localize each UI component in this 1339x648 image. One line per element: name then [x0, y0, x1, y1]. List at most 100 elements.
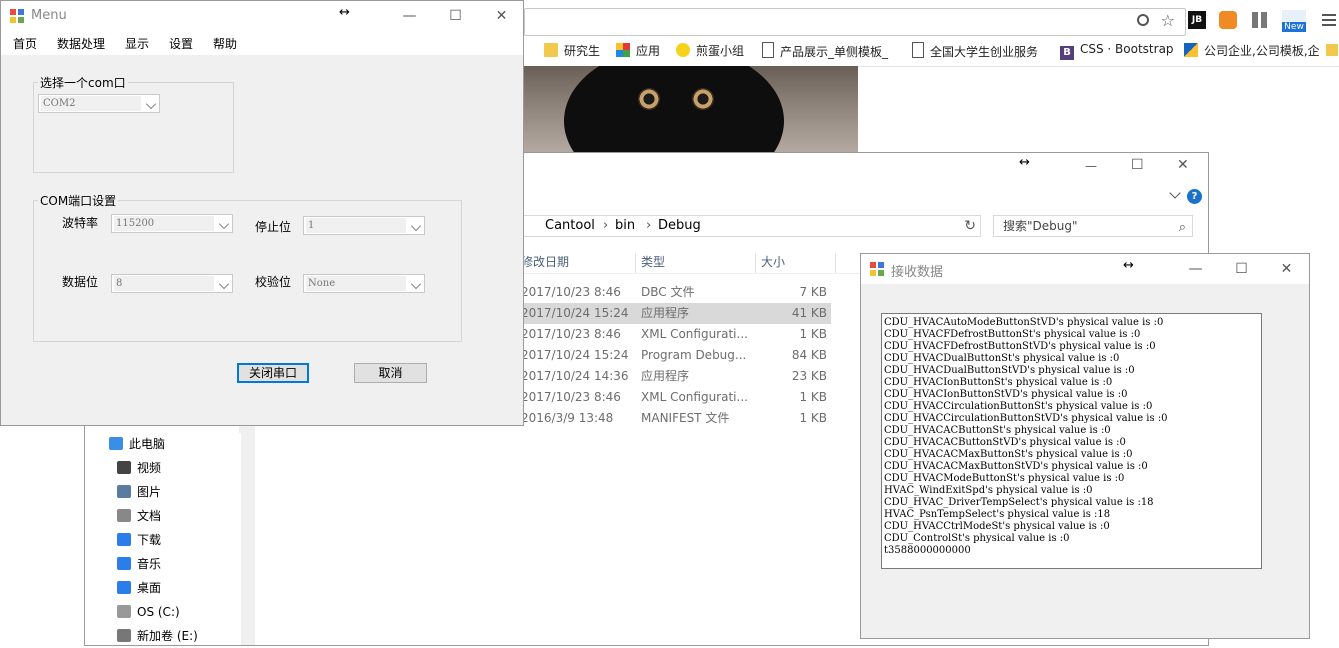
bookmark-label: 全国大学生创业服务 [930, 45, 1039, 59]
column-header-size[interactable]: 大小 [761, 253, 836, 273]
address-bar[interactable]: ☆ [524, 8, 1186, 36]
table-row[interactable]: 2017/10/24 15:24 Program Debug... 84 KB [521, 345, 831, 366]
file-size-cell: 1 KB [799, 327, 827, 341]
nav-item[interactable]: OS (C:) [85, 600, 241, 624]
chevron-down-icon [218, 218, 230, 230]
column-header-date[interactable]: 修改日期 [521, 253, 636, 273]
star-icon[interactable]: ☆ [1161, 11, 1175, 30]
breadcrumb-item[interactable]: Cantool [545, 216, 595, 236]
menu-titlebar[interactable]: Menu ↔ — ☐ ✕ [1, 1, 523, 31]
menu-display[interactable]: 显示 [125, 35, 149, 52]
minimize-button[interactable]: — [1173, 254, 1218, 284]
refresh-icon[interactable]: ↻ [964, 216, 976, 236]
table-row[interactable]: 2017/10/23 8:46 XML Configurati... 1 KB [521, 324, 831, 345]
bootstrap-icon: B [1060, 46, 1074, 60]
port-settings-label: COM端口设置 [40, 194, 117, 208]
close-button[interactable]: ✕ [479, 1, 524, 31]
parity-value: None [306, 276, 406, 291]
move-icon[interactable]: ↔ [1123, 258, 1134, 273]
column-header-type[interactable]: 类型 [641, 253, 756, 273]
search-box[interactable]: 搜索"Debug" ⌕ [993, 215, 1193, 237]
bookmark-item[interactable]: 研究生 [544, 42, 600, 59]
nav-scrollbar[interactable] [239, 425, 255, 645]
table-row[interactable]: 2017/10/23 8:46 XML Configurati... 1 KB [521, 387, 831, 408]
browser-menu-icon[interactable] [1322, 14, 1336, 26]
file-size-cell: 84 KB [791, 348, 827, 362]
nav-item-label: 图片 [137, 485, 162, 499]
bookmark-item[interactable]: 煎蛋小组 [676, 42, 744, 59]
bookmark-item[interactable]: 全国大学生创业服务 [912, 42, 1038, 60]
bookmark-item[interactable]: B CSS · Bootstrap [1060, 42, 1174, 60]
close-button[interactable]: ✕ [1264, 254, 1309, 284]
extension-jb-icon[interactable]: JB [1188, 11, 1206, 29]
breadcrumb-item[interactable]: bin [615, 216, 635, 236]
nav-item[interactable]: 此电脑 [77, 432, 233, 456]
breadcrumb-item[interactable]: Debug [658, 216, 701, 236]
received-data-textbox[interactable]: CDU_HVACAutoModeButtonStVD's physical va… [881, 313, 1262, 569]
com-port-value: COM2 [41, 96, 141, 111]
receive-data-window: 接收数据 ↔ — ☐ ✕ CDU_HVACAutoModeButtonStVD'… [860, 253, 1310, 639]
nav-item[interactable]: 下载 [85, 528, 241, 552]
nav-item-label: 视频 [137, 461, 162, 475]
minimize-button[interactable]: — [387, 1, 432, 31]
nav-item[interactable]: 音乐 [85, 552, 241, 576]
cat-eye [692, 88, 714, 110]
file-type-cell: XML Configurati... [641, 327, 748, 341]
table-row[interactable]: 2016/3/9 13:48 MANIFEST 文件 1 KB [521, 408, 831, 429]
nav-item[interactable]: 文档 [85, 504, 241, 528]
data-bits-value: 8 [114, 276, 214, 291]
file-date-cell: 2017/10/23 8:46 [521, 327, 621, 341]
page-icon [912, 42, 924, 58]
menu-settings[interactable]: 设置 [169, 35, 193, 52]
bookmark-item[interactable]: 产品展示_单侧模板_ [762, 42, 888, 60]
menu-data-processing[interactable]: 数据处理 [57, 35, 105, 52]
com-port-select[interactable]: COM2 [38, 94, 160, 113]
bookmark-item[interactable]: 应用 [616, 42, 660, 59]
receive-titlebar[interactable]: 接收数据 ↔ — ☐ ✕ [861, 254, 1309, 284]
file-size-cell: 41 KB [791, 306, 827, 320]
cat-photo [524, 66, 858, 154]
cancel-button[interactable]: 取消 [354, 363, 427, 383]
table-row[interactable]: 2017/10/24 14:36 应用程序 23 KB [521, 366, 831, 387]
move-icon[interactable]: ↔ [339, 5, 350, 20]
page-icon [762, 42, 774, 58]
file-size-cell: 7 KB [799, 285, 827, 299]
menu-help[interactable]: 帮助 [213, 35, 237, 52]
maximize-button[interactable]: ☐ [433, 1, 478, 31]
baud-rate-select[interactable]: 115200 [111, 214, 233, 233]
ribbon-expand-icon[interactable] [1169, 187, 1181, 199]
nav-item-label: 桌面 [137, 581, 162, 595]
nav-item[interactable]: 新加卷 (E:) [85, 624, 241, 648]
address-breadcrumb[interactable]: Cantool › bin › Debug ↻ [521, 215, 981, 237]
bookmark-folder-icon[interactable] [1326, 44, 1338, 56]
chick-icon [676, 43, 690, 57]
maximize-button[interactable]: ☐ [1131, 157, 1144, 173]
table-row[interactable]: 2017/10/23 8:46 DBC 文件 7 KB [521, 282, 831, 303]
data-bits-select[interactable]: 8 [111, 274, 233, 293]
parity-select[interactable]: None [303, 274, 425, 293]
file-type-cell: MANIFEST 文件 [641, 411, 730, 425]
table-row[interactable]: 2017/10/24 15:24 应用程序 41 KB [521, 303, 831, 324]
maximize-button[interactable]: ☐ [1219, 254, 1264, 284]
file-date-cell: 2016/3/9 13:48 [521, 411, 614, 425]
minimize-button[interactable]: — [1085, 159, 1097, 173]
search-icon: ⌕ [1178, 220, 1186, 235]
bookmark-item[interactable]: 公司企业,公司模板,企 [1184, 42, 1320, 59]
extension-orange-icon[interactable] [1219, 11, 1237, 29]
nav-item[interactable]: 图片 [85, 480, 241, 504]
explorer-move-icon[interactable]: ↔ [1019, 155, 1030, 170]
bookmark-label: 公司企业,公司模板,企 [1204, 44, 1320, 58]
close-button[interactable]: ✕ [1177, 157, 1189, 173]
extension-grid-icon[interactable] [1252, 12, 1268, 28]
nav-item-label: 下载 [137, 533, 162, 547]
stop-bits-select[interactable]: 1 [303, 216, 425, 235]
camera-blocked-icon[interactable] [1137, 14, 1149, 26]
menu-home[interactable]: 首页 [13, 35, 37, 52]
nav-item[interactable]: 视频 [85, 456, 241, 480]
nav-item[interactable]: 桌面 [85, 576, 241, 600]
help-icon[interactable]: ? [1187, 189, 1202, 204]
extension-new-icon[interactable]: New [1282, 10, 1306, 32]
file-date-cell: 2017/10/24 15:24 [521, 306, 629, 320]
close-port-button[interactable]: 关闭串口 [237, 363, 309, 383]
file-type-cell: DBC 文件 [641, 285, 695, 299]
